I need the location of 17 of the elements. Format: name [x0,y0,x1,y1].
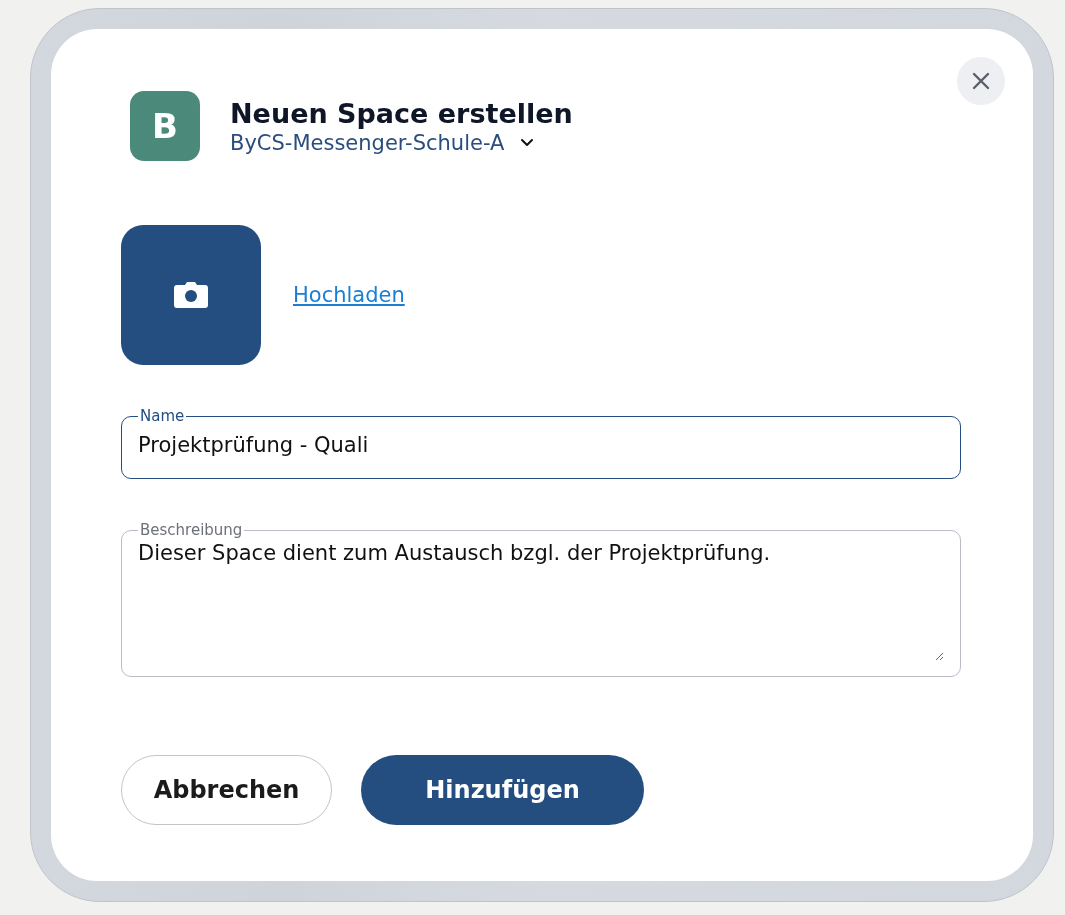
field-label: Beschreibung [139,521,244,539]
field-label: Name [139,407,186,425]
space-avatar: B [130,91,200,161]
workspace-selector[interactable]: ByCS-Messenger-Schule-A [230,130,535,155]
description-input[interactable]: Dieser Space dient zum Austausch bzgl. der Projektprüfung. [138,541,944,661]
name-input[interactable]: Projektprüfung - Quali [138,433,944,457]
description-field[interactable]: Beschreibung Dieser Space dient zum Austausch bzgl. der Projektprüfung. [121,521,961,677]
close-button[interactable] [957,57,1005,105]
upload-link[interactable]: Hochladen [293,283,405,307]
dialog-title: Neuen Space erstellen [230,97,573,129]
close-icon [971,71,991,91]
add-button[interactable]: Hinzufügen [361,755,644,825]
name-field[interactable]: Name Projektprüfung - Quali [121,407,961,479]
image-upload-tile[interactable] [121,225,261,365]
camera-icon [174,282,208,308]
chevron-down-icon [520,138,535,147]
cancel-button[interactable]: Abbrechen [121,755,332,825]
